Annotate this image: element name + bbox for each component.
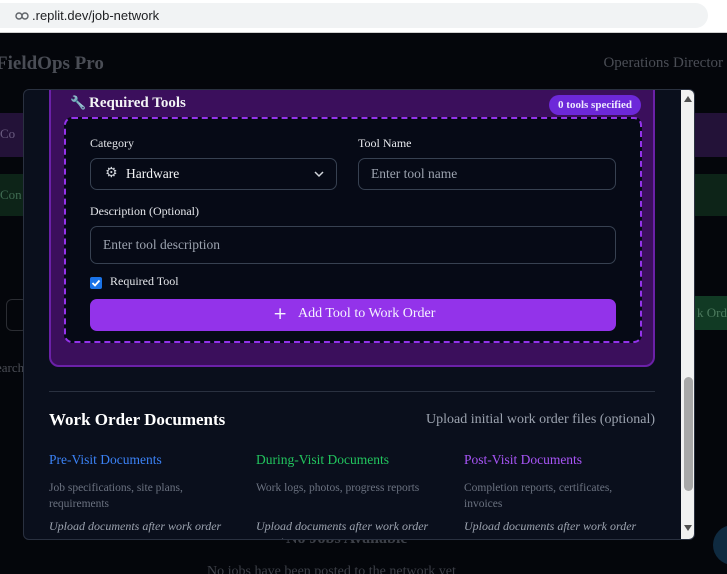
required-tools-section: 🔧 Required Tools 0 tools specified Categ… [49,90,655,367]
tool-name-label: Tool Name [358,136,412,150]
gear-icon: ⚙ [105,165,118,181]
checkmark-icon [91,279,101,287]
tool-name-input[interactable]: Enter tool name [358,158,616,190]
required-tool-checkbox[interactable] [90,277,102,289]
during-visit-documents-column: During-Visit Documents Work logs, photos… [256,452,446,539]
scroll-down-arrow-icon[interactable] [684,525,692,531]
create-work-order-modal: 🔧 Required Tools 0 tools specified Categ… [23,89,695,540]
site-info-icon[interactable] [15,10,29,22]
background-search-label: earch [0,360,25,375]
address-field[interactable]: .replit.dev/job-network [0,3,708,28]
user-role: Operations Director [603,55,723,71]
chevron-down-icon [314,171,324,178]
tool-description-placeholder: Enter tool description [103,237,220,252]
required-tools-title: Required Tools [89,95,186,111]
documents-subtitle: Upload initial work order files (optiona… [426,412,655,427]
tool-description-input[interactable]: Enter tool description [90,226,616,264]
add-tool-button[interactable]: + Add Tool to Work Order [90,299,616,331]
scroll-up-arrow-icon[interactable] [684,96,692,102]
tools-count-badge: 0 tools specified [549,95,641,115]
pre-visit-description: Job specifications, site plans, requirem… [49,482,183,510]
pre-visit-title: Pre-Visit Documents [49,452,162,467]
app-title: FieldOps Pro [0,53,104,74]
add-tool-form: Category ⚙ Hardware Tool Name Enter tool… [64,117,642,343]
category-select[interactable]: ⚙ Hardware [90,158,337,190]
floating-action-button [713,525,727,565]
no-jobs-subtitle: No jobs have been posted to the network … [207,564,456,574]
category-selected-value: Hardware [126,166,180,181]
post-visit-note: Upload documents after work order [464,519,637,533]
documents-title: Work Order Documents [49,410,226,429]
section-divider [49,391,655,392]
url-text: .replit.dev/job-network [32,8,160,23]
browser-url-bar: .replit.dev/job-network [0,0,727,33]
pre-visit-documents-column: Pre-Visit Documents Job specifications, … [49,452,239,533]
during-visit-description: Work logs, photos, progress reports [256,482,420,494]
modal-scroll-content: 🔧 Required Tools 0 tools specified Categ… [24,90,681,539]
during-visit-title: During-Visit Documents [256,452,390,467]
post-visit-description: Completion reports, certificates, invoic… [464,482,613,510]
plus-icon: + [273,304,288,324]
during-visit-note: Upload documents after work order creati… [256,519,429,539]
add-tool-button-label: Add Tool to Work Order [298,306,436,321]
category-label: Category [90,136,134,150]
pre-visit-note: Upload documents after work order [49,519,222,533]
post-visit-title: Post-Visit Documents [464,452,583,467]
required-tool-label: Required Tool [110,274,179,288]
description-label: Description (Optional) [90,204,199,218]
modal-scrollbar[interactable] [681,90,694,539]
post-visit-documents-column: Post-Visit Documents Completion reports,… [464,452,654,533]
tool-name-placeholder: Enter tool name [371,166,458,181]
scrollbar-thumb[interactable] [684,377,693,491]
wrench-icon: 🔧 [70,96,87,111]
